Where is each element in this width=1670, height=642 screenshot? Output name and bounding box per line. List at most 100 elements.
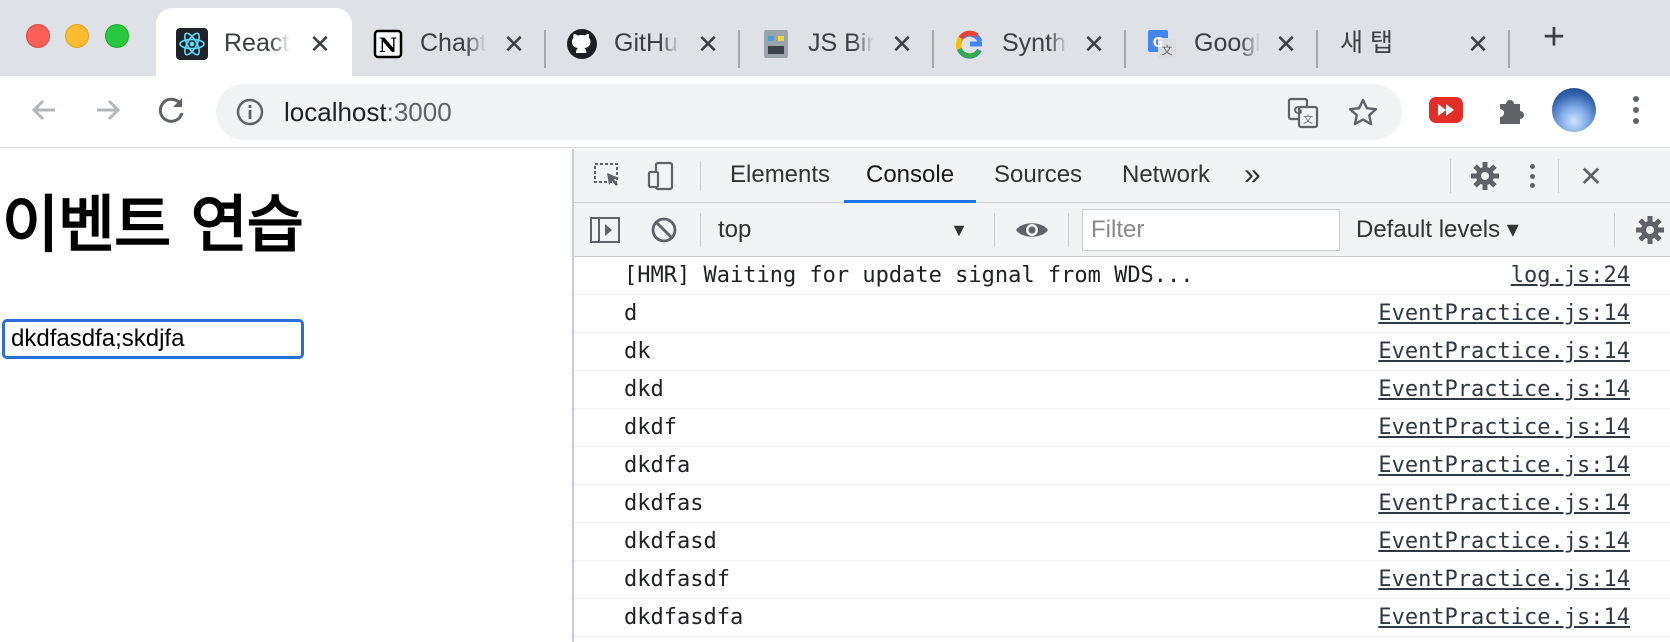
url-port: :3000: [386, 97, 452, 127]
page-viewport: 이벤트 연습: [0, 149, 572, 642]
eye-icon[interactable]: [1014, 214, 1050, 246]
tab-title: 새 탭: [1340, 29, 1393, 57]
window-close-button[interactable]: [26, 24, 50, 48]
reload-icon: [158, 97, 184, 123]
address-bar[interactable]: localhost:3000 G 文: [216, 84, 1402, 140]
tab-close-button[interactable]: ✕: [1464, 30, 1492, 58]
tab-js-bin[interactable]: JS Bin ✕: [740, 8, 932, 76]
toolbar-divider: [1614, 213, 1615, 247]
log-source-link[interactable]: EventPractice.js:14: [1378, 491, 1630, 516]
log-message: d: [624, 301, 638, 326]
tab-title: React App: [224, 29, 290, 57]
log-source-link[interactable]: EventPractice.js:14: [1378, 567, 1630, 592]
tab-close-button[interactable]: ✕: [306, 30, 334, 58]
chevron-down-icon: ▼: [950, 220, 968, 240]
devtools-tabbar: Elements Console Sources Network » ✕: [574, 149, 1670, 203]
console-log-row: dkdfa EventPractice.js:14: [574, 447, 1670, 485]
log-source-link[interactable]: EventPractice.js:14: [1378, 453, 1630, 478]
url-host: localhost: [284, 97, 387, 127]
tab-sources[interactable]: Sources: [994, 149, 1082, 203]
page-heading: 이벤트 연습: [2, 188, 304, 261]
log-source-link[interactable]: log.js:24: [1511, 263, 1630, 288]
youtube-extension-icon[interactable]: [1428, 92, 1464, 128]
tab-title: Synthetic: [1002, 29, 1068, 57]
log-source-link[interactable]: EventPractice.js:14: [1378, 377, 1630, 402]
tab-close-button[interactable]: ✕: [694, 30, 722, 58]
info-icon[interactable]: [236, 98, 264, 126]
star-icon[interactable]: [1346, 96, 1380, 130]
translate-icon[interactable]: G 文: [1286, 96, 1320, 130]
puzzle-extensions-icon[interactable]: [1492, 92, 1528, 128]
tab-react-app[interactable]: React App ✕: [156, 8, 352, 76]
profile-avatar[interactable]: [1552, 88, 1596, 132]
log-levels-dropdown[interactable]: Default levels ▾: [1356, 215, 1519, 245]
url-text[interactable]: localhost:3000: [284, 97, 452, 127]
tab-synthetic[interactable]: Synthetic ✕: [934, 8, 1124, 76]
tab-github[interactable]: GitHub ✕: [546, 8, 738, 76]
tab-close-button[interactable]: ✕: [500, 30, 528, 58]
console-settings-gear-icon[interactable]: [1634, 214, 1666, 246]
show-sidebar-icon[interactable]: [588, 214, 622, 246]
console-filter-input[interactable]: [1082, 209, 1340, 251]
settings-gear-icon[interactable]: [1468, 159, 1502, 193]
github-icon: [566, 28, 598, 60]
google-translate-icon: G 文: [1146, 28, 1178, 60]
jsbin-icon: [760, 28, 792, 60]
react-icon: [176, 28, 208, 60]
log-message: dkdfas: [624, 491, 704, 516]
svg-text:N: N: [379, 33, 397, 57]
clear-console-icon[interactable]: [648, 214, 680, 246]
tab-close-button[interactable]: ✕: [1272, 30, 1300, 58]
log-message: dkdf: [624, 415, 677, 440]
more-tabs-button[interactable]: »: [1244, 149, 1261, 203]
window-maximize-button[interactable]: [105, 24, 129, 48]
svg-text:文: 文: [1162, 43, 1173, 57]
toolbar-divider: [1450, 159, 1451, 193]
notion-icon: N: [372, 28, 404, 60]
tab-title: JS Bin: [808, 29, 874, 57]
reload-button[interactable]: [152, 90, 192, 130]
log-source-link[interactable]: EventPractice.js:14: [1378, 301, 1630, 326]
log-source-link[interactable]: EventPractice.js:14: [1378, 605, 1630, 630]
browser-menu-icon[interactable]: [1624, 90, 1648, 130]
tab-close-button[interactable]: ✕: [888, 30, 916, 58]
tab-elements[interactable]: Elements: [730, 149, 830, 203]
inspect-element-icon[interactable]: [592, 161, 626, 191]
console-output: [HMR] Waiting for update signal from WDS…: [574, 257, 1670, 642]
tab-chapter[interactable]: N Chapter ✕: [352, 8, 542, 76]
tab-new-tab[interactable]: 새 탭 ✕: [1318, 8, 1508, 76]
tab-google-translate[interactable]: G 文 Google ✕: [1126, 8, 1316, 76]
tab-title: Chapter: [420, 29, 486, 57]
new-tab-button[interactable]: +: [1536, 18, 1572, 56]
svg-text:G: G: [1293, 104, 1302, 117]
log-message: dkdfasd: [624, 529, 717, 554]
tab-close-button[interactable]: ✕: [1080, 30, 1108, 58]
device-toolbar-icon[interactable]: [644, 159, 678, 193]
console-log-row: dkdfasdf EventPractice.js:14: [574, 561, 1670, 599]
console-log-row: dkd EventPractice.js:14: [574, 371, 1670, 409]
event-practice-input[interactable]: [2, 319, 304, 359]
tab-title: Google: [1194, 29, 1260, 57]
tab-network[interactable]: Network: [1122, 149, 1210, 203]
toolbar-divider: [994, 213, 995, 247]
log-source-link[interactable]: EventPractice.js:14: [1378, 529, 1630, 554]
tab-title: GitHub: [614, 29, 680, 57]
toolbar-divider: [1068, 213, 1069, 247]
svg-text:文: 文: [1303, 113, 1313, 126]
log-source-link[interactable]: EventPractice.js:14: [1378, 339, 1630, 364]
console-log-row: dk EventPractice.js:14: [574, 333, 1670, 371]
forward-button[interactable]: [88, 90, 128, 130]
back-button[interactable]: [24, 90, 64, 130]
toolbar-divider: [700, 213, 701, 247]
toolbar-divider: [1558, 159, 1559, 193]
log-message: dkdfa: [624, 453, 691, 478]
console-filter-bar: top ▼ Default levels ▾: [574, 203, 1670, 257]
devtools-menu-icon[interactable]: [1524, 159, 1540, 193]
close-devtools-button[interactable]: ✕: [1574, 159, 1608, 193]
execution-context-select[interactable]: top ▼: [718, 215, 978, 245]
log-source-link[interactable]: EventPractice.js:14: [1378, 415, 1630, 440]
window-minimize-button[interactable]: [65, 24, 89, 48]
tab-console[interactable]: Console: [844, 149, 977, 203]
tab-separator: [1508, 30, 1510, 68]
arrow-right-icon: [97, 99, 121, 121]
